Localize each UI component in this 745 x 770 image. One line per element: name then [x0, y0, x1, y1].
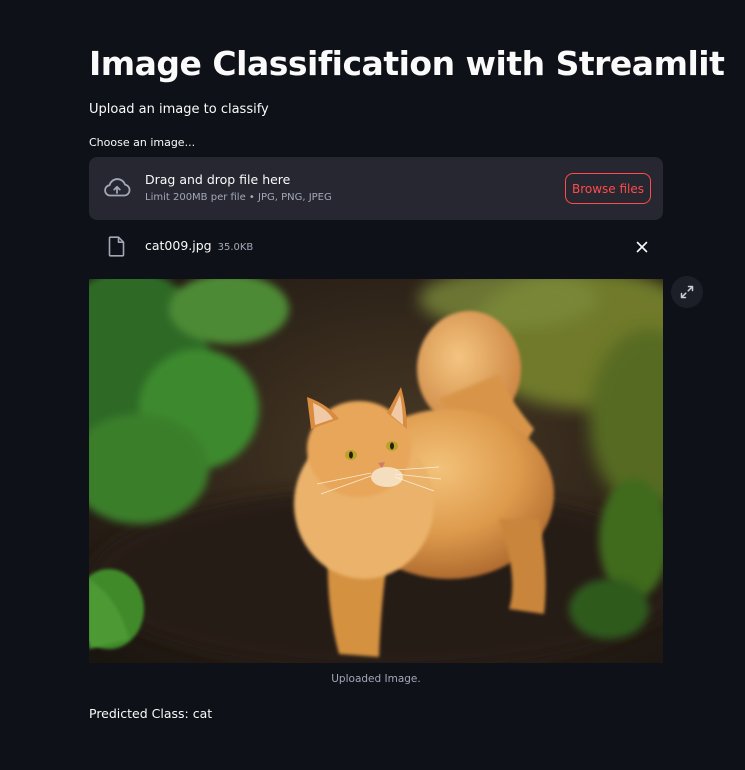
cloud-upload-icon	[104, 178, 131, 197]
cat-photo	[89, 279, 663, 663]
file-name: cat009.jpg	[145, 238, 212, 253]
prediction-result: Predicted Class: cat	[89, 706, 213, 721]
image-caption: Uploaded Image.	[331, 673, 421, 685]
uploaded-file-row: cat009.jpg 35.0KB	[89, 230, 663, 264]
file-size: 35.0KB	[217, 242, 254, 253]
close-icon[interactable]	[634, 239, 650, 255]
expand-icon	[680, 285, 694, 299]
dropzone-text: Drag and drop file here	[145, 172, 291, 187]
file-limit-text: Limit 200MB per file • JPG, PNG, JPEG	[145, 192, 332, 203]
page-subtitle: Upload an image to classify	[89, 102, 269, 117]
uploaded-image	[89, 279, 663, 663]
file-info: cat009.jpg 35.0KB	[145, 238, 253, 253]
browse-files-button[interactable]: Browse files	[565, 173, 651, 204]
uploader-label: Choose an image...	[89, 136, 196, 149]
file-dropzone[interactable]: Drag and drop file here Limit 200MB per …	[89, 157, 663, 220]
dropzone-instructions: Drag and drop file here Limit 200MB per …	[145, 172, 332, 203]
file-icon	[108, 236, 125, 257]
fullscreen-button[interactable]	[671, 276, 703, 308]
page-title: Image Classification with Streamlit	[89, 44, 725, 83]
